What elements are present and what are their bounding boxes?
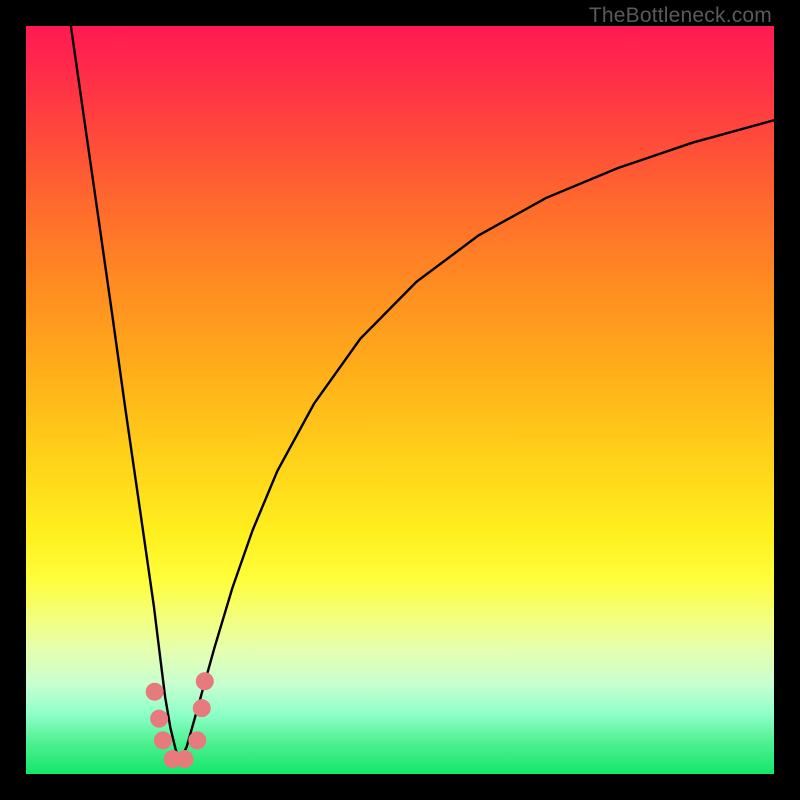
chart-frame: TheBottleneck.com bbox=[0, 0, 800, 800]
marker-cluster bbox=[146, 672, 214, 768]
curve-left-branch bbox=[71, 26, 180, 761]
bottleneck-curve bbox=[26, 26, 774, 774]
marker-dot bbox=[176, 750, 194, 768]
marker-dot bbox=[154, 731, 172, 749]
marker-dot bbox=[193, 699, 211, 717]
marker-dot bbox=[196, 672, 214, 690]
curve-right-branch bbox=[180, 120, 774, 761]
marker-dot bbox=[146, 683, 164, 701]
watermark-text: TheBottleneck.com bbox=[589, 4, 772, 28]
plot-area bbox=[26, 26, 774, 774]
marker-dot bbox=[188, 731, 206, 749]
marker-dot bbox=[150, 710, 168, 728]
